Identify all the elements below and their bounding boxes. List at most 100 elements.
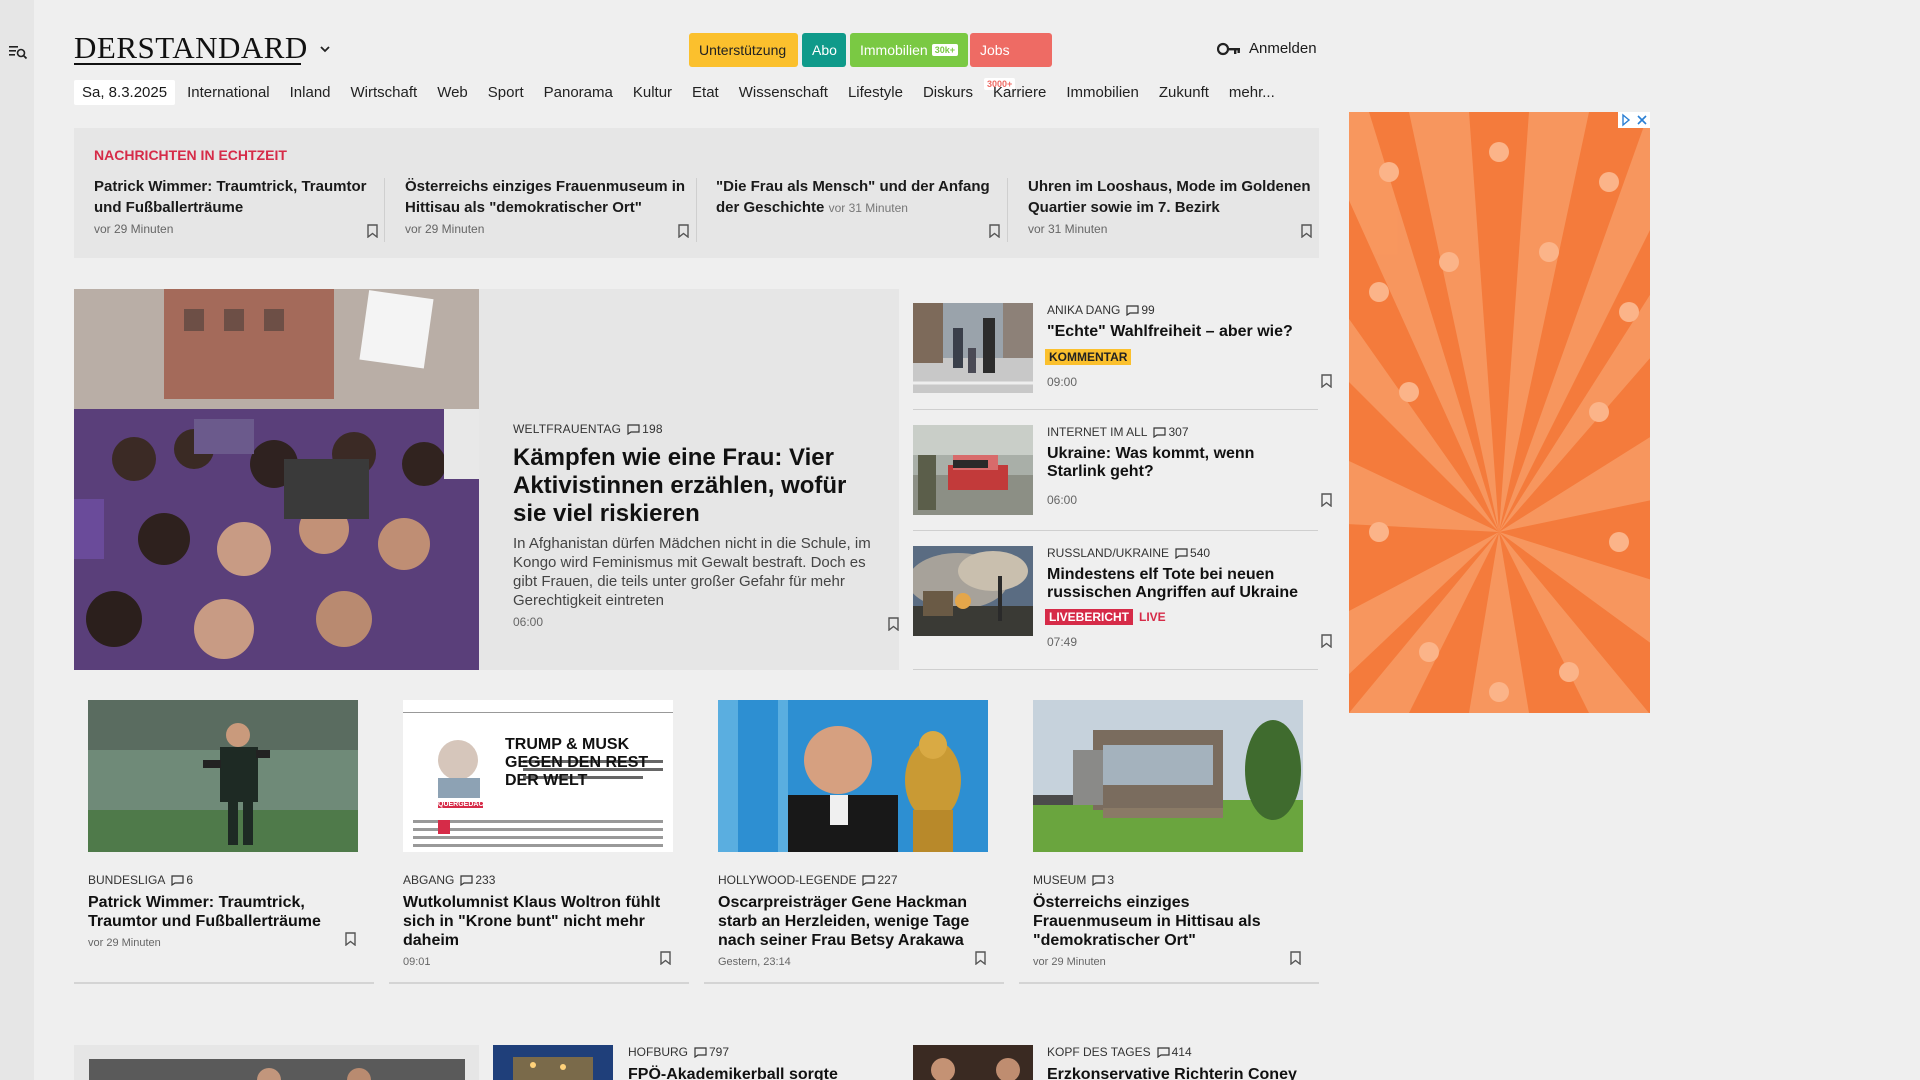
nav-item-inland[interactable]: Inland — [290, 84, 331, 101]
bookmark-icon[interactable] — [1321, 493, 1332, 507]
nav-item-etat[interactable]: Etat — [692, 84, 719, 101]
card-category: MUSEUM — [1033, 873, 1087, 887]
card-title[interactable]: Österreichs einziges Frauenmuseum in Hit… — [1033, 893, 1303, 950]
ad-info-icon[interactable] — [1618, 112, 1634, 128]
nav-item-international[interactable]: International — [187, 84, 270, 101]
card-kicker[interactable]: ABGANG 233 — [403, 873, 673, 887]
side-story[interactable]: ANIKA DANG 99 "Echte" Wahlfreiheit – abe… — [913, 303, 1332, 393]
abo-button[interactable]: Abo — [802, 33, 846, 67]
side-story[interactable]: INTERNET IM ALL 307 Ukraine: Was kommt, … — [913, 425, 1332, 515]
ticker-item[interactable]: "Die Frau als Mensch" und der Anfang der… — [716, 176, 1006, 246]
close-icon[interactable] — [1634, 112, 1650, 128]
immobilien-badge: 30k+ — [931, 44, 958, 56]
story-thumbnail[interactable] — [913, 425, 1033, 515]
nav-item-sport[interactable]: Sport — [488, 84, 524, 101]
bookmark-icon[interactable] — [888, 617, 899, 631]
story-thumbnail[interactable] — [89, 1059, 465, 1080]
nav-item-lifestyle[interactable]: Lifestyle — [848, 84, 903, 101]
bookmark-icon[interactable] — [1290, 951, 1301, 965]
card-comment-count: 6 — [186, 873, 194, 887]
nav-item-kultur[interactable]: Kultur — [633, 84, 672, 101]
story-thumbnail[interactable] — [913, 546, 1033, 636]
ad-banner[interactable] — [1309, 112, 1709, 713]
immobilien-button[interactable]: Immobilien 30k+ — [850, 33, 968, 67]
nav-item-panorama[interactable]: Panorama — [544, 84, 613, 101]
article-card[interactable]: MUSEUM 3 Österreichs einziges Frauenmuse… — [1033, 700, 1303, 968]
bookmark-icon[interactable] — [1321, 634, 1332, 648]
bookmark-icon[interactable] — [345, 932, 356, 946]
story-kicker[interactable]: HOFBURG 797 — [628, 1045, 729, 1059]
hero-kicker[interactable]: WELTFRAUENTAG 198 — [513, 422, 663, 436]
advertisement[interactable] — [1309, 112, 1709, 713]
story-title[interactable]: Ukraine: Was kommt, wenn Starlink geht? — [1047, 445, 1312, 481]
story-title[interactable]: "Echte" Wahlfreiheit – aber wie? — [1047, 323, 1312, 341]
search-menu-icon[interactable] — [8, 43, 28, 61]
ticker-item[interactable]: Patrick Wimmer: Traumtrick, Traumtor und… — [94, 176, 384, 246]
card-kicker[interactable]: BUNDESLIGA 6 — [88, 873, 358, 887]
card-image[interactable] — [1033, 700, 1303, 852]
card-kicker[interactable]: MUSEUM 3 — [1033, 873, 1303, 887]
story-title[interactable]: FPÖ-Akademikerball sorgte — [628, 1066, 838, 1080]
story-kicker[interactable]: ANIKA DANG 99 — [1047, 303, 1155, 317]
nav-item-wissenschaft[interactable]: Wissenschaft — [739, 84, 828, 101]
bookmark-icon[interactable] — [1321, 374, 1332, 388]
bookmark-icon[interactable] — [975, 951, 986, 965]
side-story[interactable]: RUSSLAND/UKRAINE 540 Mindestens elf Tote… — [913, 546, 1332, 649]
bookmark-icon[interactable] — [367, 224, 378, 238]
hero-kicker-label: WELTFRAUENTAG — [513, 422, 622, 436]
card-title[interactable]: Patrick Wimmer: Traumtrick, Traumtor und… — [88, 893, 358, 931]
story-comments[interactable]: 414 — [1156, 1045, 1192, 1059]
story-comments[interactable]: 307 — [1153, 425, 1189, 439]
nav-item-web[interactable]: Web — [437, 84, 468, 101]
card-time: vor 29 Minuten — [88, 937, 161, 949]
story-thumbnail[interactable] — [913, 1045, 1033, 1080]
story-thumbnail[interactable] — [913, 303, 1033, 393]
nav-item-immobilien[interactable]: Immobilien — [1066, 84, 1139, 101]
nav-item-karriere[interactable]: Karriere — [993, 84, 1046, 101]
logo[interactable]: DERSTANDARD — [74, 30, 308, 66]
story-kicker[interactable]: KOPF DES TAGES 414 — [1047, 1045, 1192, 1059]
nav-item-diskurs[interactable]: Diskurs — [923, 84, 973, 101]
article-card[interactable]: BUNDESLIGA 6 Patrick Wimmer: Traumtrick,… — [88, 700, 358, 949]
story-kicker[interactable]: INTERNET IM ALL 307 — [1047, 425, 1189, 439]
login-button[interactable]: Anmelden — [1217, 40, 1317, 57]
card-comments[interactable]: 3 — [1092, 873, 1114, 887]
bookmark-icon[interactable] — [660, 951, 671, 965]
card-title[interactable]: Wutkolumnist Klaus Woltron fühlt sich in… — [403, 893, 673, 950]
hero-comments[interactable]: 198 — [627, 422, 663, 436]
nav-item-wirtschaft[interactable]: Wirtschaft — [351, 84, 418, 101]
article-card[interactable]: TRUMP & MUSK GEGEN DEN REST DER WELT QUE… — [403, 700, 673, 968]
card-comments[interactable]: 6 — [171, 873, 193, 887]
hero-image[interactable] — [74, 289, 479, 670]
story-comments[interactable]: 99 — [1126, 303, 1155, 317]
support-button[interactable]: Unterstützung — [689, 33, 798, 67]
bookmark-icon[interactable] — [989, 224, 1000, 238]
hero-title[interactable]: Kämpfen wie eine Frau: Vier Aktivistinne… — [513, 444, 883, 528]
card-image[interactable] — [88, 700, 358, 852]
card-kicker[interactable]: HOLLYWOOD-LEGENDE 227 — [718, 873, 988, 887]
card-comments[interactable]: 233 — [460, 873, 495, 887]
story-comments[interactable]: 540 — [1175, 546, 1210, 560]
bottom-story[interactable] — [74, 1045, 479, 1080]
bookmark-icon[interactable] — [1301, 224, 1312, 238]
ticker-item[interactable]: Uhren im Looshaus, Mode im Goldenen Quar… — [1028, 176, 1318, 246]
story-title[interactable]: Mindestens elf Tote bei neuen russischen… — [1047, 566, 1312, 602]
story-thumbnail[interactable] — [493, 1045, 613, 1080]
nav-item-zukunft[interactable]: Zukunft — [1159, 84, 1209, 101]
comment-icon — [1153, 427, 1167, 438]
story-title[interactable]: Erzkonservative Richterin Coney — [1047, 1066, 1297, 1080]
article-card[interactable]: HOLLYWOOD-LEGENDE 227 Oscarpreisträger G… — [718, 700, 988, 968]
jobs-button[interactable]: Jobs3000+ — [970, 33, 1052, 90]
story-kicker[interactable]: RUSSLAND/UKRAINE 540 — [1047, 546, 1210, 560]
story-comments[interactable]: 797 — [694, 1045, 729, 1059]
card-image[interactable] — [718, 700, 988, 852]
story-comment-count: 307 — [1168, 425, 1189, 439]
hero-story[interactable]: WELTFRAUENTAG 198 Kämpfen wie eine Frau:… — [74, 289, 899, 670]
bookmark-icon[interactable] — [678, 224, 689, 238]
ticker-item[interactable]: Österreichs einziges Frauenmuseum in Hit… — [405, 176, 695, 246]
chevron-down-icon[interactable] — [318, 42, 332, 56]
card-title[interactable]: Oscarpreisträger Gene Hackman starb an H… — [718, 893, 988, 950]
nav-item-more[interactable]: mehr... — [1229, 84, 1275, 101]
card-comments[interactable]: 227 — [862, 873, 898, 887]
card-category: HOLLYWOOD-LEGENDE — [718, 873, 857, 887]
